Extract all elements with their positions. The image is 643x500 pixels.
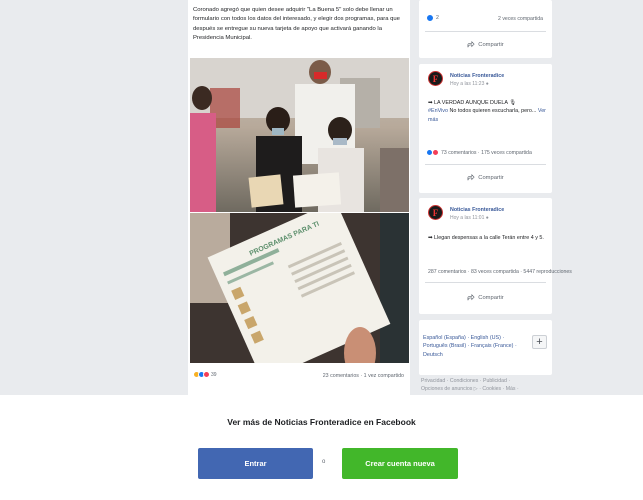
card0-reactions[interactable]: 2 xyxy=(426,14,439,22)
post-time[interactable]: Hoy a las 11:01 ● xyxy=(450,215,489,221)
globe-icon: ● xyxy=(485,81,489,87)
page-avatar[interactable]: F xyxy=(428,205,443,220)
page-avatar[interactable]: F xyxy=(428,71,443,86)
language-list: Español (España) · English (US) · Portug… xyxy=(423,334,531,359)
post-card: Coronado agregó que quien desee adquirir… xyxy=(188,0,410,395)
love-reaction-icon xyxy=(203,371,210,378)
globe-icon: ● xyxy=(485,215,489,221)
share-icon xyxy=(467,41,475,48)
card1-stats-text: 73 comentarios · 175 veces compartida xyxy=(441,149,532,156)
snippet-line1: ➡ LA VERDAD AUNQUE DUELA 🎙 xyxy=(428,100,517,106)
card0-shares[interactable]: 2 veces compartida xyxy=(498,16,543,22)
post-snippet: ➡ LA VERDAD AUNQUE DUELA 🎙 #EnVivo No to… xyxy=(428,99,546,124)
love-reaction-icon xyxy=(432,149,439,156)
footer-line-2[interactable]: Opciones de anuncios ▷ · Cookies · Más · xyxy=(421,386,551,394)
page-name[interactable]: Noticias Fronteradice xyxy=(450,207,504,213)
divider xyxy=(425,282,546,283)
language-line-2[interactable]: Português (Brasil) · Français (France) · xyxy=(423,342,531,350)
card2-share-button[interactable]: Compartir xyxy=(419,294,552,301)
side-post-card-0: 2 2 veces compartida Compartir xyxy=(419,0,552,58)
page-name[interactable]: Noticias Fronteradice xyxy=(450,73,504,79)
create-account-button[interactable]: Crear cuenta nueva xyxy=(342,448,458,479)
photo-people-illustration xyxy=(190,58,409,212)
like-reaction-icon xyxy=(426,14,434,22)
side-post-card-1: F Noticias Fronteradice Hoy a las 11:23 … xyxy=(419,64,552,193)
photo-flyer-illustration: PROGRAMAS PARA TI xyxy=(190,213,409,363)
post-snippet: ➡ Llegan despensas a la calle Terán entr… xyxy=(428,235,544,241)
divider xyxy=(425,164,546,165)
language-line-1[interactable]: Español (España) · English (US) · xyxy=(423,334,531,342)
card1-stats[interactable]: 73 comentarios · 175 veces compartida xyxy=(426,149,532,156)
language-line-3[interactable]: Deutsch xyxy=(423,351,531,359)
card1-share-button[interactable]: Compartir xyxy=(419,174,552,181)
post-comment-share-counts[interactable]: 23 comentarios · 1 vez compartido xyxy=(323,373,404,379)
share-label: Compartir xyxy=(478,41,504,48)
divider xyxy=(425,31,546,32)
share-label: Compartir xyxy=(478,174,504,181)
share-label: Compartir xyxy=(478,294,504,301)
footer-line-1[interactable]: Privacidad · Condiciones · Publicidad · xyxy=(421,378,551,386)
share-icon xyxy=(467,294,475,301)
share-icon xyxy=(467,174,475,181)
side-post-card-2: F Noticias Fronteradice Hoy a las 11:01 … xyxy=(419,198,572,314)
hashtag-link[interactable]: #EnVivo xyxy=(428,108,448,114)
login-button[interactable]: Entrar xyxy=(198,448,313,479)
banner-title: Ver más de Noticias Fronteradice en Face… xyxy=(227,417,416,427)
more-languages-button[interactable]: + xyxy=(532,335,547,349)
or-separator: o xyxy=(322,459,326,465)
post-reactions[interactable]: 39 xyxy=(193,371,217,378)
post-text: Coronado agregó que quien desee adquirir… xyxy=(193,7,400,42)
card0-reaction-count: 2 xyxy=(436,15,439,21)
post-photo-2[interactable]: PROGRAMAS PARA TI xyxy=(190,213,409,363)
card2-stats[interactable]: 287 comentarios · 83 veces compartida · … xyxy=(428,269,572,275)
footer-links: Privacidad · Condiciones · Publicidad · … xyxy=(421,378,551,394)
reaction-count: 39 xyxy=(211,371,217,378)
snippet-rest: No todos quieren escucharla, pero... xyxy=(447,108,537,115)
language-selector-card: Español (España) · English (US) · Portug… xyxy=(419,320,552,375)
login-banner: Ver más de Noticias Fronteradice en Face… xyxy=(0,395,643,500)
card0-share-button[interactable]: Compartir xyxy=(419,41,552,48)
post-time[interactable]: Hoy a las 11:23 ● xyxy=(450,81,489,87)
post-photo-1[interactable] xyxy=(190,58,409,212)
